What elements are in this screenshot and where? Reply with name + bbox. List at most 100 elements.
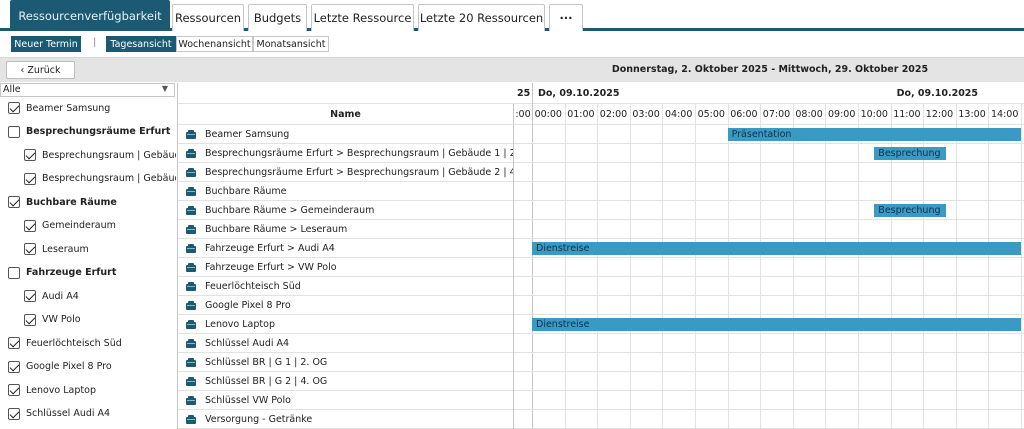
tree-item-label: Buchbare Räume — [26, 196, 117, 208]
back-button[interactable]: ‹ Zurück — [6, 61, 75, 79]
hour-header: 00:00 — [534, 108, 562, 120]
hour-header: 11:00 — [893, 108, 921, 120]
booking-event[interactable]: Dienstreise — [532, 318, 1021, 331]
tree-item[interactable]: Leseraum — [24, 240, 176, 258]
tree-item[interactable]: VW Polo — [24, 311, 176, 329]
tree-item[interactable]: Audi A4 — [24, 287, 176, 305]
new-appointment-button[interactable]: Neuer Termin — [11, 36, 81, 52]
toolbar-separator: | — [93, 37, 97, 48]
tree-checkbox[interactable] — [24, 313, 36, 326]
date-header: Do, 09.10.2025 — [896, 87, 979, 99]
resource-icon — [186, 263, 196, 272]
resource-icon — [186, 225, 196, 234]
tree-item[interactable]: Feuerlöchteisch Süd — [8, 334, 176, 352]
tree-checkbox[interactable] — [8, 407, 20, 420]
resource-filter-select[interactable]: Alle ▼ — [0, 83, 175, 97]
tree-checkbox[interactable] — [8, 102, 20, 114]
date-range-bar: ‹ Zurück Donnerstag, 2. Oktober 2025 - M… — [0, 57, 1024, 82]
tree-item-label: Fahrzeuge Erfurt — [26, 267, 117, 278]
resource-name-cell: Buchbare Räume — [178, 182, 514, 201]
tree-item[interactable]: Beamer Samsung — [8, 99, 176, 117]
resource-icon — [186, 244, 196, 253]
resource-name: Lenovo Laptop — [205, 319, 275, 330]
tree-checkbox[interactable] — [8, 337, 20, 349]
tree-checkbox[interactable] — [8, 384, 20, 396]
tree-item[interactable]: Besprechungsräume Erfurt — [8, 123, 176, 141]
week-view-button[interactable]: Wochenansicht — [176, 36, 253, 52]
resource-row[interactable]: Google Pixel 8 Pro — [178, 296, 1024, 315]
tree-checkbox[interactable] — [8, 360, 20, 373]
tree-item[interactable]: Lenovo Laptop — [8, 381, 176, 399]
tree-checkbox[interactable] — [24, 149, 36, 161]
resource-name-cell: Fahrzeuge Erfurt > VW Polo — [178, 258, 514, 277]
tree-checkbox[interactable] — [24, 243, 36, 255]
hour-header: 03:00 — [632, 108, 660, 120]
tab-ressourcen[interactable]: Ressourcen — [172, 4, 244, 31]
tree-item[interactable]: Gemeinderaum — [24, 217, 176, 235]
resource-row[interactable]: Schlüssel BR | G 2 | 4. OG — [178, 372, 1024, 391]
hour-header: 09:00 — [827, 108, 856, 120]
resource-name: Fahrzeuge Erfurt > VW Polo — [205, 262, 337, 273]
resource-name-cell: Schlüssel VW Polo — [178, 391, 514, 410]
hour-header: 13:00 — [958, 108, 986, 120]
resource-name: Schlüssel BR | G 2 | 4. OG — [205, 376, 328, 387]
booking-event[interactable]: Besprechung — [874, 204, 947, 217]
tree-item-label: Leseraum — [42, 243, 89, 255]
tree-item-label: Beamer Samsung — [26, 102, 111, 114]
resource-name-cell: Schlüssel Audi A4 — [178, 334, 514, 353]
resource-row[interactable]: Schlüssel Audi A4 — [178, 334, 1024, 353]
resource-icon — [186, 415, 196, 424]
tab-budgets[interactable]: Budgets — [248, 4, 307, 31]
resource-row[interactable]: Buchbare Räume > Leseraum — [178, 220, 1024, 239]
tab-ressourcenverfuegbarkeit[interactable]: Ressourcenverfügbarkeit — [10, 0, 170, 31]
resource-name-cell: Beamer Samsung — [178, 125, 514, 144]
resource-name: Beamer Samsung — [205, 129, 290, 140]
tree-item[interactable]: Buchbare Räume — [8, 193, 176, 211]
date-range-title: Donnerstag, 2. Oktober 2025 - Mittwoch, … — [611, 64, 929, 75]
tree-item[interactable]: Besprechungsraum | Gebäude — [24, 170, 176, 188]
tab-letzte-20-ressourcen[interactable]: Letzte 20 Ressourcen — [418, 4, 545, 31]
resource-icon — [186, 130, 196, 139]
resource-row[interactable]: Besprechungsräume Erfurt > Besprechungsr… — [178, 163, 1024, 182]
resource-icon — [186, 168, 196, 177]
resource-row[interactable]: Buchbare Räume — [178, 182, 1024, 201]
tree-item[interactable]: Schlüssel Audi A4 — [8, 405, 176, 423]
tree-item[interactable]: Google Pixel 8 Pro — [8, 358, 176, 376]
tree-checkbox[interactable] — [8, 125, 20, 138]
view-toolbar: Neuer Termin | Tagesansicht Wochenansich… — [0, 35, 1024, 53]
resource-row[interactable]: Versorgung - Getränke — [178, 410, 1024, 429]
resource-row[interactable]: Feuerlöchteisch Süd — [178, 277, 1024, 296]
tree-item-label: Besprechungsräume Erfurt — [26, 126, 171, 137]
resource-row[interactable]: Schlüssel BR | G 1 | 2. OG — [178, 353, 1024, 372]
resource-name: Feuerlöchteisch Süd — [205, 281, 301, 292]
tree-item-label: Schlüssel Audi A4 — [26, 408, 111, 419]
tree-checkbox[interactable] — [24, 290, 36, 302]
hour-header: 07:00 — [762, 108, 791, 120]
tab-letzte-ressource[interactable]: Letzte Ressource — [311, 4, 414, 31]
month-view-button[interactable]: Monatsansicht — [253, 36, 329, 52]
resource-name: Schlüssel VW Polo — [205, 395, 291, 406]
resource-icon — [186, 396, 196, 405]
tree-checkbox[interactable] — [8, 266, 20, 279]
tab-more[interactable]: ··· — [549, 4, 583, 31]
day-view-button[interactable]: Tagesansicht — [106, 36, 176, 52]
hour-header: :00 — [515, 108, 531, 120]
resource-name: Schlüssel BR | G 1 | 2. OG — [205, 357, 328, 368]
tab-bar: Ressourcenverfügbarkeit Ressourcen Budge… — [0, 0, 1024, 31]
resource-name: Besprechungsräume Erfurt > Besprechungsr… — [205, 167, 514, 178]
tree-checkbox[interactable] — [24, 219, 36, 232]
resource-row[interactable]: Fahrzeuge Erfurt > VW Polo — [178, 258, 1024, 277]
hour-header: 05:00 — [697, 108, 725, 120]
tree-checkbox[interactable] — [8, 196, 20, 208]
booking-event[interactable]: Besprechung — [874, 147, 947, 160]
resource-icon — [186, 282, 196, 291]
tree-item[interactable]: Besprechungsraum | Gebäude — [24, 146, 176, 164]
booking-event[interactable]: Dienstreise — [532, 242, 1021, 255]
tree-item-label: Besprechungsraum | Gebäude — [42, 149, 176, 161]
resource-name-cell: Besprechungsräume Erfurt > Besprechungsr… — [178, 144, 514, 163]
resource-row[interactable]: Schlüssel VW Polo — [178, 391, 1024, 410]
tree-item[interactable]: Fahrzeuge Erfurt — [8, 264, 176, 282]
hour-header: 12:00 — [925, 108, 954, 120]
tree-checkbox[interactable] — [24, 172, 36, 185]
booking-event[interactable]: Präsentation — [727, 128, 1021, 141]
